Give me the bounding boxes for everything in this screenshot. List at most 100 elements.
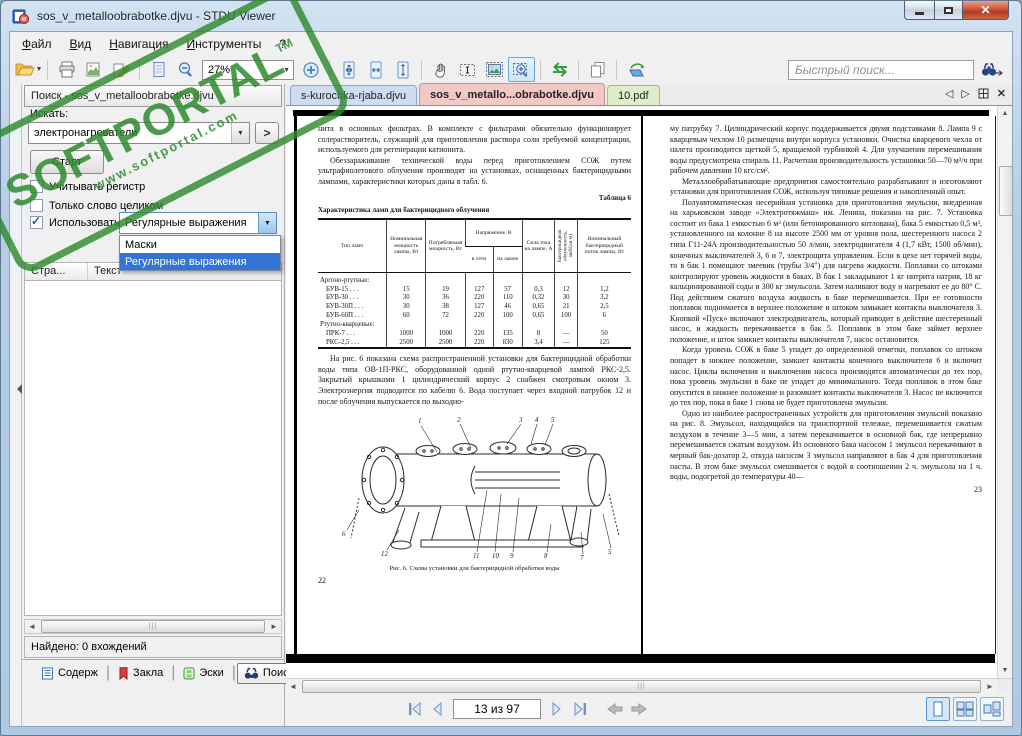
hand-tool-button[interactable] [427, 57, 454, 82]
menu-file[interactable]: Файл [13, 34, 61, 54]
first-page-button[interactable] [404, 698, 424, 720]
open-button[interactable]: ▼ [15, 57, 42, 82]
last-page-button[interactable] [570, 698, 590, 720]
panel-horizontal-scrollbar[interactable]: ◄ ||| ► [24, 619, 282, 634]
scroll-left-icon[interactable]: ◄ [286, 680, 300, 693]
page-icon [151, 61, 167, 78]
checkbox-row-whole-word[interactable]: Только слово целиком [30, 199, 163, 212]
panel-tab-label: Закла [133, 667, 164, 679]
document-area: s-kurochka-rjaba.djvu sos_v_metallo...obr… [286, 83, 1012, 726]
checkbox-row-use[interactable]: Использовать: [30, 214, 123, 229]
history-forward-button[interactable] [629, 698, 649, 720]
page-viewer[interactable]: нита в основных фильтрах. В комплекте с … [286, 106, 1012, 678]
scroll-tabs-left-icon[interactable]: ◁ [945, 87, 953, 100]
print-button[interactable] [53, 57, 80, 82]
svg-text:9: 9 [510, 552, 514, 560]
horizontal-scrollbar-thumb[interactable]: ||| [302, 679, 981, 693]
copy-button[interactable] [584, 57, 611, 82]
swap-pages-button[interactable] [546, 57, 573, 82]
quick-search-group [788, 59, 1007, 80]
select-text-button[interactable] [454, 57, 481, 82]
fit-height-button[interactable] [389, 57, 416, 82]
page-number-field[interactable]: 13 из 97 [453, 699, 541, 719]
search-go-button[interactable]: > [255, 122, 279, 144]
tab-list-icon[interactable] [978, 88, 989, 99]
svg-text:5: 5 [551, 416, 555, 424]
close-button[interactable]: ✕ [963, 1, 1009, 20]
continuous-layout-button[interactable] [980, 697, 1004, 721]
title-bar[interactable]: sos_v_metalloobrabotke.djvu - STDU Viewe… [1, 1, 1021, 31]
maximize-button[interactable] [934, 1, 963, 20]
scroll-tabs-right-icon[interactable]: ▷ [961, 87, 969, 100]
page-tool-button[interactable] [145, 57, 172, 82]
whole-word-checkbox[interactable] [30, 199, 43, 212]
dropdown-option[interactable]: Регулярные выражения [120, 253, 280, 270]
use-combo-dropdown-icon[interactable]: ▼ [258, 213, 276, 233]
single-page-layout-button[interactable] [926, 697, 950, 721]
export-image-button[interactable] [80, 57, 107, 82]
fit-width-button[interactable] [362, 57, 389, 82]
svg-text:4: 4 [535, 416, 539, 424]
contents-icon [41, 667, 54, 680]
window-title: sos_v_metalloobrabotke.djvu - STDU Viewe… [37, 9, 276, 23]
zoom-in-circle-icon [302, 61, 320, 79]
scroll-right-icon[interactable]: ► [983, 680, 997, 693]
binoculars-go-icon[interactable] [981, 61, 1003, 78]
history-back-button[interactable] [605, 698, 625, 720]
panel-tab-contents[interactable]: Содерж [34, 663, 105, 684]
checkbox-row-case[interactable]: Учитывать регистр [30, 180, 145, 193]
collapse-arrow-icon [12, 384, 22, 394]
quick-search-input[interactable] [788, 59, 974, 80]
previous-page-button[interactable] [427, 698, 447, 720]
menu-help[interactable]: ? [270, 34, 295, 54]
scroll-down-icon[interactable]: ▼ [998, 663, 1012, 678]
use-mode-combo[interactable]: Регулярные выражения ▼ [119, 212, 277, 234]
case-checkbox[interactable] [30, 180, 43, 193]
next-page-button[interactable] [547, 698, 567, 720]
results-list[interactable] [24, 281, 282, 616]
document-tab[interactable]: 10.pdf [607, 85, 660, 105]
menu-navigation[interactable]: Навигация [100, 34, 177, 54]
start-button[interactable]: Старт [30, 150, 104, 174]
panel-collapse-splitter[interactable] [10, 84, 22, 726]
zoom-out-icon [177, 61, 195, 78]
table-row: БУВ-60П . . . 60 72 220 100 0,65 100 6 [318, 312, 631, 321]
two-page-layout-button[interactable] [953, 697, 977, 721]
search-query-combo[interactable]: электронагреватели ▼ [28, 122, 250, 144]
zoom-level-combo[interactable]: 27% ▼ [202, 59, 294, 80]
results-column-page[interactable]: Стра... [25, 263, 88, 280]
zoom-region-button[interactable] [508, 57, 535, 82]
scrollbar-thumb[interactable]: ||| [41, 620, 265, 633]
menu-view[interactable]: Вид [61, 34, 101, 54]
panel-tab-bookmark[interactable]: Закла [111, 663, 170, 684]
rotate-page-button[interactable] [622, 57, 649, 82]
fit-page-button[interactable] [335, 57, 362, 82]
edit-pencil-icon [112, 61, 130, 78]
scan-edge-bottom [286, 654, 995, 663]
vertical-scrollbar[interactable]: ▲ ▼ [997, 106, 1012, 678]
vertical-scrollbar-thumb[interactable] [999, 166, 1012, 216]
scroll-right-icon[interactable]: ► [267, 620, 281, 633]
dropdown-option[interactable]: Маски [120, 236, 280, 253]
table-label: Таблица 6 [598, 194, 631, 203]
toolbar-separator [329, 59, 330, 80]
open-folder-icon [15, 61, 35, 78]
zoom-in-button[interactable] [297, 57, 324, 82]
document-tab[interactable]: s-kurochka-rjaba.djvu [290, 85, 418, 105]
select-image-button[interactable] [481, 57, 508, 82]
close-tab-icon[interactable]: ✕ [997, 87, 1006, 100]
svg-text:2: 2 [457, 416, 461, 424]
minimize-button[interactable] [904, 1, 934, 20]
use-checkbox[interactable] [30, 214, 43, 229]
combo-dropdown-icon[interactable]: ▼ [231, 123, 249, 143]
document-tab[interactable]: sos_v_metallo...obrabotke.djvu [419, 83, 605, 105]
scroll-up-icon[interactable]: ▲ [998, 106, 1012, 121]
edit-annotation-button[interactable] [107, 57, 134, 82]
scroll-left-icon[interactable]: ◄ [25, 620, 39, 633]
panel-tab-thumbnails[interactable]: Эски [176, 663, 230, 684]
horizontal-scrollbar[interactable]: ◄ ||| ► [286, 678, 1012, 694]
menu-tools[interactable]: Инструменты [178, 34, 271, 54]
chevron-down-icon[interactable]: ▼ [283, 67, 290, 74]
select-text-icon [459, 61, 477, 78]
zoom-out-button[interactable] [172, 57, 199, 82]
